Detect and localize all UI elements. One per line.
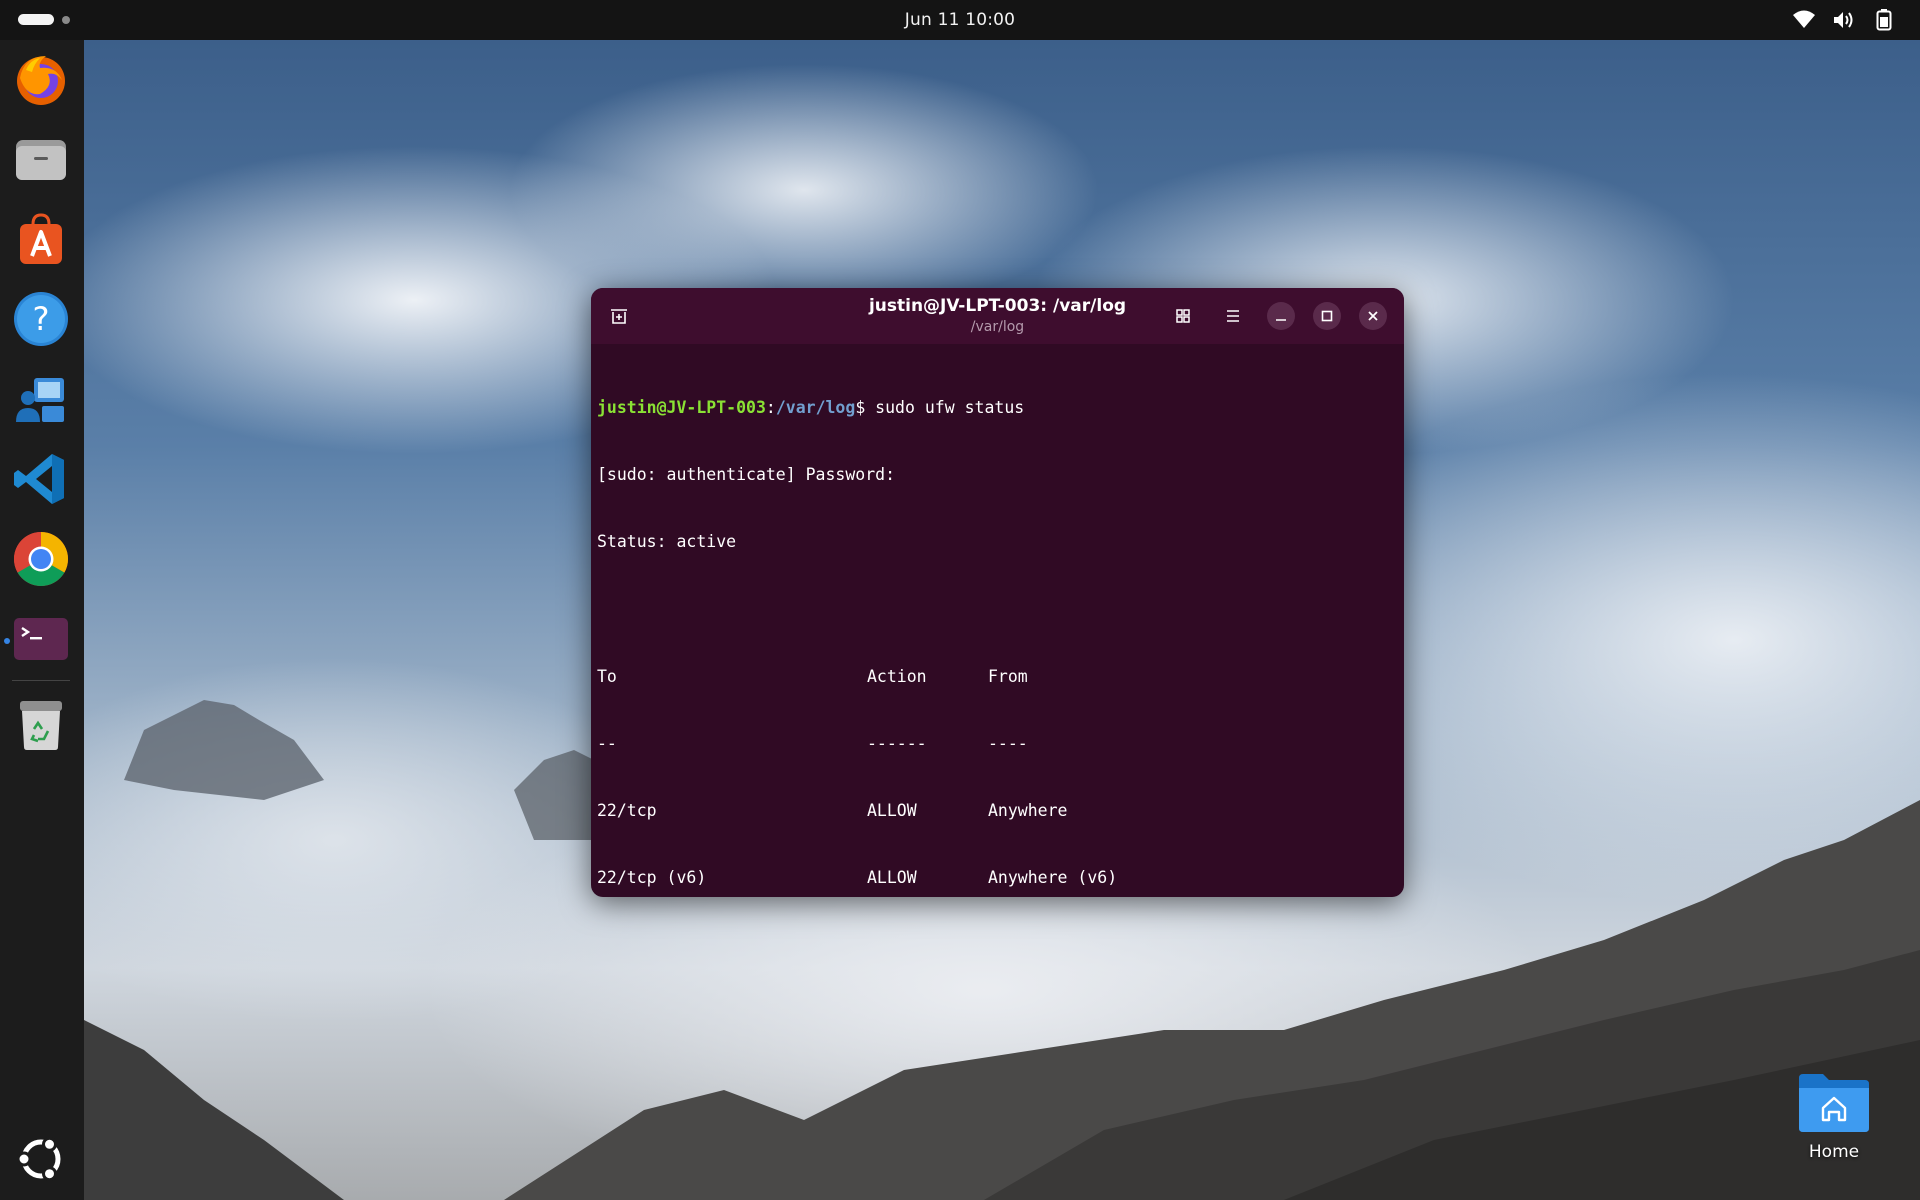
rule-from: Anywhere <box>988 801 1068 821</box>
rule-action: ALLOW <box>867 801 917 821</box>
system-tray[interactable] <box>1792 9 1902 31</box>
dock-item-terminal[interactable] <box>12 610 70 668</box>
files-icon <box>16 140 66 180</box>
divider-to: -- <box>597 733 617 753</box>
home-folder-icon <box>1799 1074 1869 1132</box>
dock-item-remote-desktop[interactable] <box>12 370 70 428</box>
prompt-path: /var/log <box>775 397 856 417</box>
terminal-header-bar[interactable]: justin@JV-LPT-003: /var/log /var/log <box>591 288 1404 344</box>
command-line: justin@JV-LPT-003:/var/log$ sudo ufw sta… <box>597 397 1397 419</box>
prompt-dollar: $ <box>855 397 866 417</box>
prompt-separator: : <box>765 397 776 417</box>
dock-item-app-center[interactable] <box>12 210 70 268</box>
dock: ? <box>0 40 84 1200</box>
dock-item-help[interactable]: ? <box>12 290 70 348</box>
dock-item-files[interactable] <box>12 130 70 188</box>
dock-item-show-apps[interactable] <box>12 1130 70 1188</box>
terminal-window[interactable]: justin@JV-LPT-003: /var/log /var/log jus… <box>591 288 1404 897</box>
status-line: Status: active <box>597 532 737 552</box>
header-from: From <box>988 666 1028 686</box>
sudo-prompt-line: [sudo: authenticate] Password: <box>597 465 896 485</box>
dock-separator <box>12 680 70 681</box>
terminal-output[interactable]: justin@JV-LPT-003:/var/log$ sudo ufw sta… <box>597 352 1397 897</box>
minimize-button[interactable] <box>1267 302 1295 330</box>
table-row: 22/tcp ALLOW Anywhere <box>597 800 1397 822</box>
home-folder-label: Home <box>1808 1142 1860 1162</box>
desktop-home-folder[interactable]: Home <box>1790 1070 1878 1162</box>
chrome-icon <box>13 532 69 587</box>
maximize-button[interactable] <box>1313 302 1341 330</box>
ubuntu-show-apps-icon <box>16 1136 61 1182</box>
remote-desktop-icon <box>16 378 64 422</box>
firefox-icon <box>17 56 65 105</box>
app-center-icon <box>20 213 62 264</box>
rule-to: 22/tcp (v6) <box>597 868 707 888</box>
table-header-row: To Action From <box>597 666 1397 688</box>
table-row: 22/tcp (v6) ALLOW Anywhere (v6) <box>597 867 1397 889</box>
clock[interactable]: Jun 11 10:00 <box>0 10 1920 30</box>
grid-icon <box>1176 309 1190 323</box>
prompt-user: justin@JV-LPT-003 <box>597 397 766 417</box>
top-bar: Jun 11 10:00 <box>0 0 1920 40</box>
command-text: sudo ufw status <box>865 397 1025 417</box>
volume-icon <box>1834 12 1853 28</box>
dock-item-firefox[interactable] <box>12 50 70 108</box>
header-to: To <box>597 666 617 686</box>
rule-from: Anywhere (v6) <box>988 868 1118 888</box>
minimize-icon <box>1276 319 1286 321</box>
menu-button[interactable] <box>1219 302 1247 330</box>
trash-icon <box>20 701 62 750</box>
battery-icon <box>1876 9 1892 31</box>
divider-action: ------ <box>867 733 927 753</box>
maximize-icon <box>1321 310 1333 322</box>
close-icon <box>1368 311 1378 321</box>
svg-text:?: ? <box>33 300 50 338</box>
vscode-icon <box>14 454 64 504</box>
hamburger-menu-icon <box>1227 310 1239 322</box>
divider-from: ---- <box>988 733 1028 753</box>
close-button[interactable] <box>1359 302 1387 330</box>
dock-item-chrome[interactable] <box>12 530 70 588</box>
help-icon: ? <box>14 292 68 346</box>
table-divider-row: -- ------ ---- <box>597 733 1397 755</box>
tab-overview-button[interactable] <box>1169 302 1197 330</box>
terminal-icon <box>14 618 68 660</box>
header-action: Action <box>867 666 927 686</box>
rule-action: ALLOW <box>867 868 917 888</box>
dock-item-trash[interactable] <box>12 695 70 753</box>
running-indicator <box>4 638 10 644</box>
rule-to: 22/tcp <box>597 801 657 821</box>
dock-item-vscode[interactable] <box>12 450 70 508</box>
wifi-icon <box>1793 10 1815 28</box>
